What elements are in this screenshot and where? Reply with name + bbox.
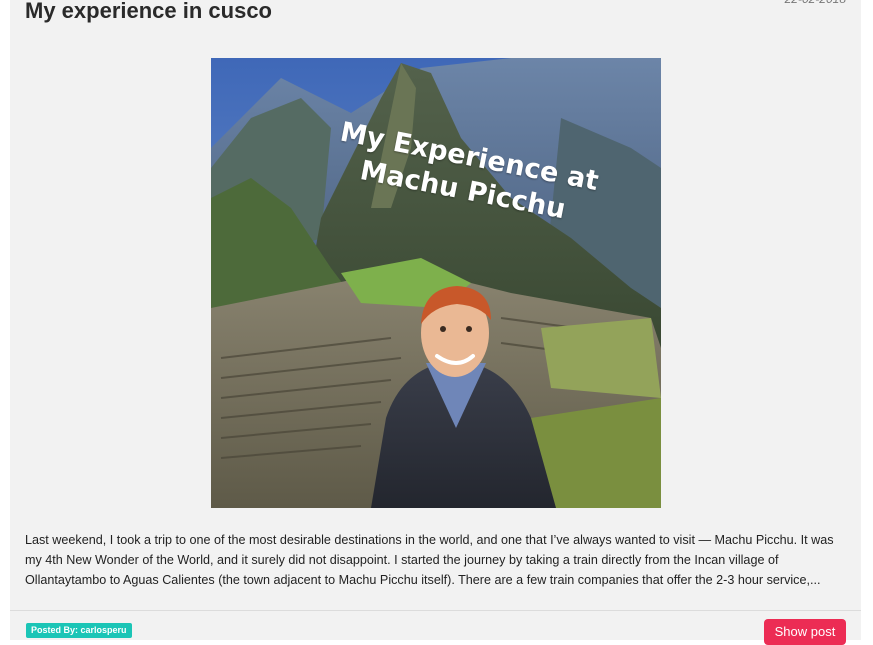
author-badge[interactable]: Posted By: carlosperu <box>26 623 132 638</box>
show-post-button[interactable]: Show post <box>764 619 846 645</box>
post-date: 22-02-2018 <box>785 0 846 6</box>
machu-picchu-photo <box>211 58 661 508</box>
post-image[interactable]: My Experience at Machu Picchu <box>211 58 661 508</box>
post-card: My experience in cusco 22-02-2018 <box>10 0 861 645</box>
post-excerpt: Last weekend, I took a trip to one of th… <box>25 533 834 587</box>
post-title[interactable]: My experience in cusco <box>25 0 272 26</box>
card-divider <box>10 610 861 611</box>
